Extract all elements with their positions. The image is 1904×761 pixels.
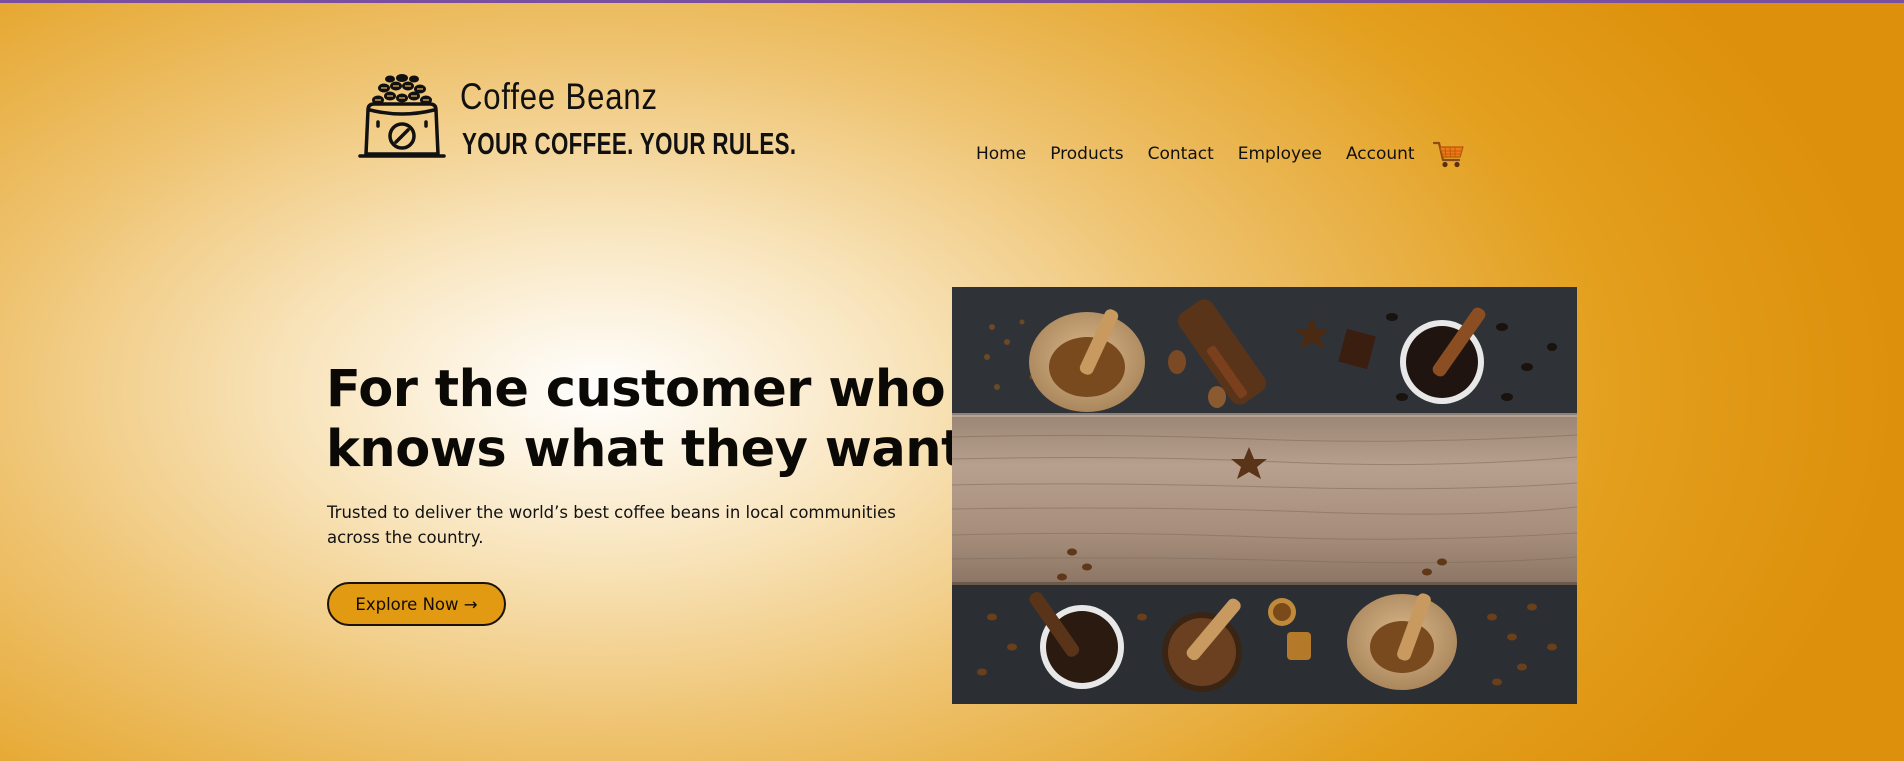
nav-employee[interactable]: Employee [1238,144,1322,164]
coffee-bag-icon [358,74,446,158]
site-logo[interactable]: Coffee Beanz YOUR COFFEE. YOUR RULES. [356,74,796,164]
explore-now-button[interactable]: Explore Now → [327,582,506,626]
brand-name: Coffee Beanz [460,76,658,117]
coffee-flatlay-photo [952,287,1577,704]
nav-home[interactable]: Home [976,144,1026,164]
top-accent-line [0,0,1904,3]
nav-products[interactable]: Products [1050,144,1123,164]
hero-subtext: Trusted to deliver the world’s best coff… [327,503,896,547]
main-nav: Home Products Contact Employee Account [976,139,1465,169]
cart-icon[interactable] [1432,139,1465,169]
nav-contact[interactable]: Contact [1148,144,1214,164]
hero-headline: For the customer who knows what they wan… [326,360,984,480]
brand-tagline: YOUR COFFEE. YOUR RULES. [462,126,797,161]
hero-headline-line-2: knows what they want. [326,420,984,479]
nav-account[interactable]: Account [1346,144,1415,164]
hero-headline-line-1: For the customer who [326,360,946,419]
